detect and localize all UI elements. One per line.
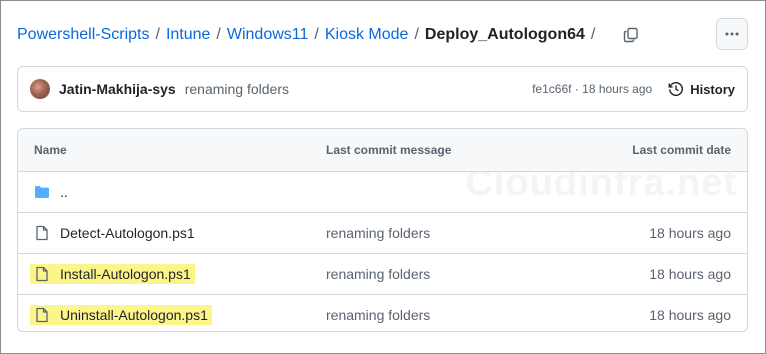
file-icon bbox=[34, 266, 50, 282]
latest-commit-bar: Jatin-Makhija-sys renaming folders fe1c6… bbox=[17, 66, 748, 112]
breadcrumb-separator: / bbox=[590, 26, 596, 43]
breadcrumb-separator: / bbox=[314, 26, 319, 43]
folder-icon bbox=[34, 184, 50, 200]
file-commit-message[interactable]: renaming folders bbox=[326, 213, 430, 253]
file-name-cell: Uninstall-Autologon.ps1 bbox=[30, 295, 212, 331]
copy-icon bbox=[624, 27, 639, 43]
highlight-marker: Install-Autologon.ps1 bbox=[30, 264, 195, 284]
parent-directory-cell: .. bbox=[34, 172, 68, 212]
breadcrumb-link-repo[interactable]: Powershell-Scripts bbox=[17, 26, 149, 44]
file-name-cell: Install-Autologon.ps1 bbox=[30, 254, 195, 294]
history-label: History bbox=[690, 81, 735, 97]
history-button[interactable]: History bbox=[668, 81, 735, 97]
commit-author[interactable]: Jatin-Makhija-sys bbox=[59, 81, 176, 97]
file-commit-message[interactable]: renaming folders bbox=[326, 295, 430, 331]
breadcrumb-link-windows11[interactable]: Windows11 bbox=[227, 26, 309, 44]
more-options-button[interactable] bbox=[716, 18, 748, 50]
table-row[interactable]: Uninstall-Autologon.ps1 renaming folders… bbox=[18, 294, 747, 331]
breadcrumb: Powershell-Scripts / Intune / Windows11 … bbox=[17, 23, 641, 47]
copy-path-button[interactable] bbox=[621, 25, 641, 45]
table-row[interactable]: Detect-Autologon.ps1 renaming folders 18… bbox=[18, 212, 747, 253]
file-commit-date: 18 hours ago bbox=[649, 307, 731, 323]
commit-message[interactable]: renaming folders bbox=[185, 81, 289, 97]
breadcrumb-link-kiosk-mode[interactable]: Kiosk Mode bbox=[325, 26, 409, 44]
kebab-horizontal-icon bbox=[725, 32, 739, 36]
header-last-commit-message: Last commit message bbox=[326, 143, 452, 157]
commit-time: 18 hours ago bbox=[582, 82, 653, 96]
file-commit-date: 18 hours ago bbox=[649, 266, 731, 282]
parent-directory-link[interactable]: .. bbox=[60, 184, 68, 200]
parent-directory-row[interactable]: .. bbox=[18, 171, 747, 212]
commit-meta: fe1c66f · 18 hours ago bbox=[532, 82, 652, 96]
file-table: Cloudinfra.net Name Last commit message … bbox=[17, 128, 748, 332]
table-row[interactable]: Install-Autologon.ps1 renaming folders 1… bbox=[18, 253, 747, 294]
breadcrumb-link-intune[interactable]: Intune bbox=[166, 26, 210, 44]
file-name-link[interactable]: Uninstall-Autologon.ps1 bbox=[60, 307, 208, 323]
breadcrumb-separator: / bbox=[216, 26, 221, 43]
file-name-link[interactable]: Detect-Autologon.ps1 bbox=[60, 225, 195, 241]
breadcrumb-separator: / bbox=[414, 26, 419, 43]
highlight-marker: Uninstall-Autologon.ps1 bbox=[30, 305, 212, 325]
header-name: Name bbox=[34, 143, 67, 157]
file-name-link[interactable]: Install-Autologon.ps1 bbox=[60, 266, 191, 282]
avatar[interactable] bbox=[30, 79, 50, 99]
commit-meta-separator: · bbox=[571, 82, 583, 96]
file-icon bbox=[34, 307, 50, 323]
breadcrumb-separator: / bbox=[155, 26, 160, 43]
file-commit-date: 18 hours ago bbox=[649, 225, 731, 241]
history-clock-icon bbox=[668, 82, 684, 96]
breadcrumb-current: Deploy_Autologon64 bbox=[424, 26, 585, 43]
commit-sha[interactable]: fe1c66f bbox=[532, 82, 571, 96]
file-commit-message[interactable]: renaming folders bbox=[326, 254, 430, 294]
table-header: Name Last commit message Last commit dat… bbox=[18, 129, 747, 171]
file-icon bbox=[34, 225, 50, 241]
window-frame: Powershell-Scripts / Intune / Windows11 … bbox=[0, 0, 766, 354]
file-name-cell: Detect-Autologon.ps1 bbox=[34, 213, 195, 253]
header-last-commit-date: Last commit date bbox=[632, 143, 731, 157]
